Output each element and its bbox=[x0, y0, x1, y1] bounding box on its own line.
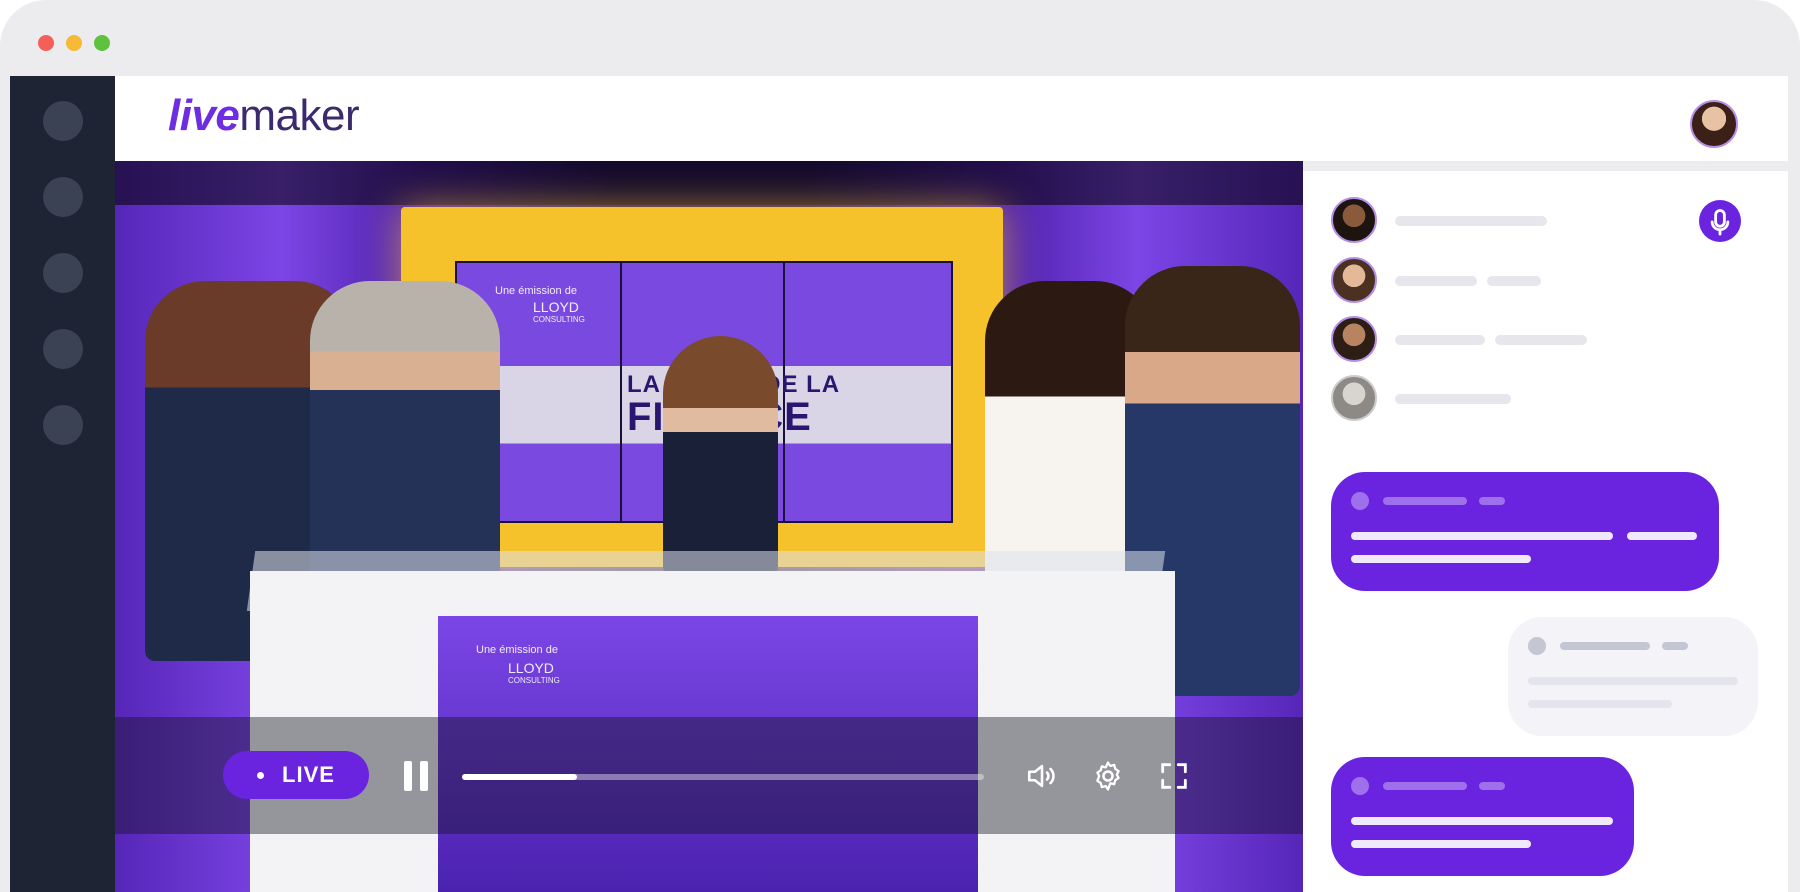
chat-message-sent[interactable] bbox=[1331, 757, 1634, 876]
fullscreen-icon[interactable] bbox=[1157, 759, 1191, 793]
progress-bar[interactable] bbox=[462, 774, 984, 780]
participant-avatar bbox=[1331, 197, 1377, 243]
sidebar-nav-item-1[interactable] bbox=[43, 101, 83, 141]
live-label: LIVE bbox=[282, 762, 335, 787]
participant-name-placeholder bbox=[1395, 216, 1547, 226]
live-indicator-dot bbox=[257, 771, 265, 779]
participant-meta-placeholder bbox=[1495, 335, 1587, 345]
livemaker-logo[interactable]: livemaker bbox=[168, 94, 360, 138]
microphone-icon bbox=[1710, 209, 1730, 236]
participant-avatar bbox=[1331, 316, 1377, 362]
participant-row[interactable] bbox=[1331, 375, 1771, 421]
sidebar-nav-item-3[interactable] bbox=[43, 253, 83, 293]
progress-fill bbox=[462, 774, 577, 780]
microphone-button[interactable] bbox=[1699, 200, 1741, 242]
chat-message-received[interactable] bbox=[1508, 617, 1758, 736]
pause-icon[interactable] bbox=[402, 761, 432, 791]
sidebar-rail bbox=[10, 76, 115, 892]
chat-message-sent[interactable] bbox=[1331, 472, 1719, 591]
settings-icon[interactable] bbox=[1091, 759, 1125, 793]
top-bar: livemaker bbox=[115, 76, 1788, 161]
participant-name-placeholder bbox=[1395, 335, 1485, 345]
minimize-window-dot[interactable] bbox=[66, 35, 82, 51]
user-avatar[interactable] bbox=[1690, 100, 1738, 148]
live-button[interactable]: LIVE bbox=[223, 751, 369, 799]
chat-panel bbox=[1303, 171, 1788, 892]
participant-avatar bbox=[1331, 375, 1377, 421]
panel-divider bbox=[1303, 161, 1788, 171]
sidebar-nav-item-5[interactable] bbox=[43, 405, 83, 445]
traffic-lights bbox=[38, 35, 110, 51]
participant-row[interactable] bbox=[1331, 316, 1771, 362]
participant-meta-placeholder bbox=[1487, 276, 1541, 286]
zoom-window-dot[interactable] bbox=[94, 35, 110, 51]
message-avatar bbox=[1351, 777, 1369, 795]
message-avatar bbox=[1351, 492, 1369, 510]
participant-name-placeholder bbox=[1395, 276, 1477, 286]
participant-row[interactable] bbox=[1331, 257, 1771, 303]
participant-name-placeholder bbox=[1395, 394, 1511, 404]
close-window-dot[interactable] bbox=[38, 35, 54, 51]
volume-icon[interactable] bbox=[1025, 759, 1059, 793]
sponsor-text: LLOYD bbox=[533, 299, 579, 315]
tagline-text: Une émission de bbox=[495, 285, 577, 297]
video-player[interactable]: Une émission de LLOYD CONSULTING LA REVU… bbox=[115, 161, 1303, 892]
sidebar-nav-item-4[interactable] bbox=[43, 329, 83, 369]
player-controls: LIVE bbox=[115, 717, 1303, 834]
sponsor-sub-text: CONSULTING bbox=[533, 315, 585, 324]
participant-avatar bbox=[1331, 257, 1377, 303]
message-avatar bbox=[1528, 637, 1546, 655]
browser-window: livemaker Une émission de LLOYD CONSULTI… bbox=[0, 0, 1800, 892]
sidebar-nav-item-2[interactable] bbox=[43, 177, 83, 217]
host-presenter bbox=[663, 336, 778, 576]
